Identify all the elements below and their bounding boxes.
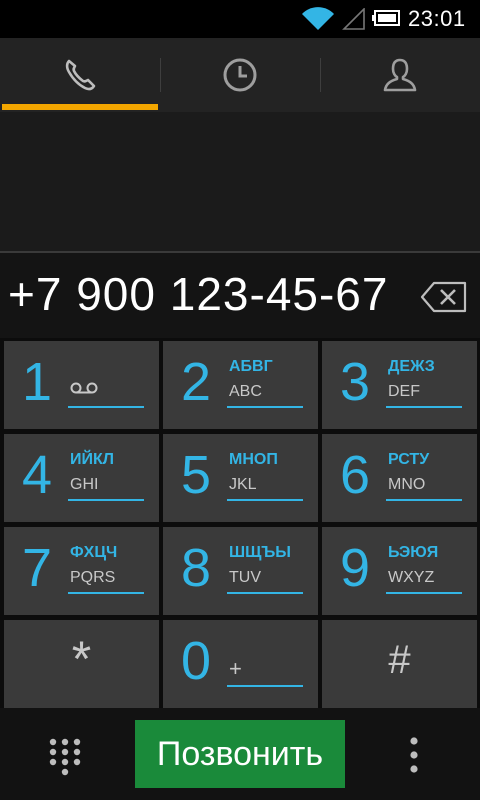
key-letters-cyrillic: ФХЦЧ (70, 544, 118, 561)
key-digit: 6 (340, 445, 371, 505)
key-underline (386, 499, 462, 501)
key-7[interactable]: 7 ФХЦЧ PQRS (4, 527, 159, 615)
tab-contacts[interactable] (320, 38, 480, 112)
key-letters-cyrillic: ШЩЪЫ (229, 544, 291, 561)
key-6[interactable]: 6 РСТУ MNO (322, 434, 477, 522)
key-letters-latin: JKL (229, 476, 257, 493)
key-symbol: * (71, 631, 92, 687)
key-underline (227, 406, 303, 408)
key-letters-cyrillic: МНОП (229, 451, 278, 468)
dialpad-icon[interactable] (40, 736, 90, 776)
key-underline (68, 499, 144, 501)
clock-icon (223, 58, 257, 92)
signal-icon (342, 8, 365, 30)
key-letters-latin: MNO (388, 476, 426, 493)
tab-call-log[interactable] (160, 38, 320, 112)
overflow-menu-icon[interactable] (400, 734, 428, 778)
status-bar: 23:01 (0, 0, 480, 38)
key-underline (386, 592, 462, 594)
key-4[interactable]: 4 ИЙКЛ GHI (4, 434, 159, 522)
key-letters-latin: PQRS (70, 569, 116, 586)
key-letters-cyrillic: РСТУ (388, 451, 430, 468)
key-digit: 3 (340, 352, 371, 412)
key-letters-cyrillic: ЬЭЮЯ (388, 544, 439, 561)
key-digit: 7 (22, 538, 53, 598)
key-digit: 0 (181, 631, 212, 691)
key-letters-latin: TUV (229, 569, 261, 586)
battery-icon (372, 10, 400, 26)
status-time: 23:01 (408, 6, 466, 31)
key-underline (227, 685, 303, 687)
key-symbol: # (388, 638, 411, 682)
person-icon (383, 58, 417, 92)
key-underline (227, 592, 303, 594)
key-letters-latin: DEF (388, 383, 420, 400)
backspace-icon[interactable] (420, 280, 468, 314)
key-underline (68, 406, 144, 408)
key-digit: 1 (22, 352, 53, 412)
key-letters-cyrillic: ДЕЖЗ (388, 358, 435, 375)
key-underline (386, 406, 462, 408)
key-star[interactable]: * (4, 620, 159, 708)
key-plus: + (229, 656, 242, 681)
key-digit: 9 (340, 538, 371, 598)
key-letters-cyrillic: ИЙКЛ (70, 451, 114, 468)
phone-icon (65, 59, 96, 91)
suggestion-area (0, 112, 480, 252)
voicemail-icon (70, 382, 98, 394)
key-underline (68, 592, 144, 594)
key-9[interactable]: 9 ЬЭЮЯ WXYZ (322, 527, 477, 615)
key-letters-latin: WXYZ (388, 569, 435, 586)
bottom-action-bar: Позвонить (0, 708, 480, 800)
dialed-number[interactable]: +7 900 123-45-67 (8, 267, 388, 321)
keypad: 1 2 АБВГ ABC 3 ДЕЖЗ DEF 4 ИЙКЛ GHI 5 МНО… (0, 338, 480, 708)
wifi-icon (302, 7, 334, 30)
call-button[interactable]: Позвонить (135, 720, 345, 788)
tab-phone[interactable] (0, 38, 160, 112)
key-letters-latin: ABC (229, 383, 262, 400)
number-display[interactable]: +7 900 123-45-67 (0, 253, 480, 338)
key-hash[interactable]: # (322, 620, 477, 708)
tab-bar (0, 38, 480, 112)
key-digit: 8 (181, 538, 212, 598)
key-underline (227, 499, 303, 501)
key-8[interactable]: 8 ШЩЪЫ TUV (163, 527, 318, 615)
key-letters-latin: GHI (70, 476, 99, 493)
key-digit: 4 (22, 445, 53, 505)
key-digit: 2 (181, 352, 212, 412)
key-0[interactable]: 0 + (163, 620, 318, 708)
key-5[interactable]: 5 МНОП JKL (163, 434, 318, 522)
key-2[interactable]: 2 АБВГ ABC (163, 341, 318, 429)
key-digit: 5 (181, 445, 212, 505)
key-1[interactable]: 1 (4, 341, 159, 429)
key-3[interactable]: 3 ДЕЖЗ DEF (322, 341, 477, 429)
key-letters-cyrillic: АБВГ (229, 358, 273, 375)
